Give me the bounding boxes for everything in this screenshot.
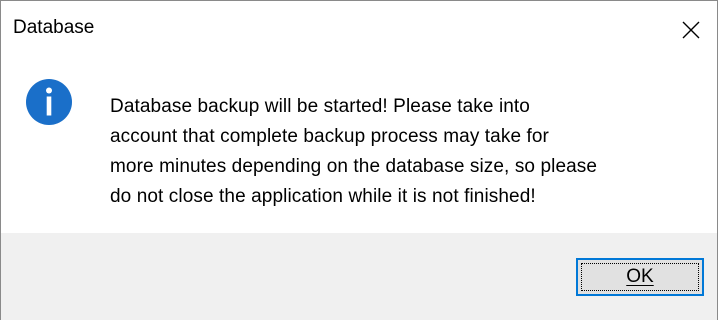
window-title: Database	[13, 17, 95, 38]
dialog-content: Database backup will be started! Please …	[1, 59, 717, 233]
ok-button[interactable]: OK	[576, 258, 704, 296]
message-line: do not close the application while it is…	[110, 186, 536, 207]
message-dialog: Database Database backup will be started…	[0, 0, 718, 320]
close-button[interactable]	[665, 1, 717, 59]
title-bar: Database	[1, 1, 717, 59]
button-bar: OK	[1, 233, 717, 320]
info-icon	[26, 79, 72, 125]
close-icon	[682, 21, 700, 39]
message-line: account that complete backup process may…	[110, 126, 549, 147]
message-text: Database backup will be started! Please …	[110, 92, 710, 212]
message-line: Database backup will be started! Please …	[110, 96, 530, 117]
message-line: more minutes depending on the database s…	[110, 156, 598, 177]
ok-button-label: OK	[626, 266, 654, 287]
